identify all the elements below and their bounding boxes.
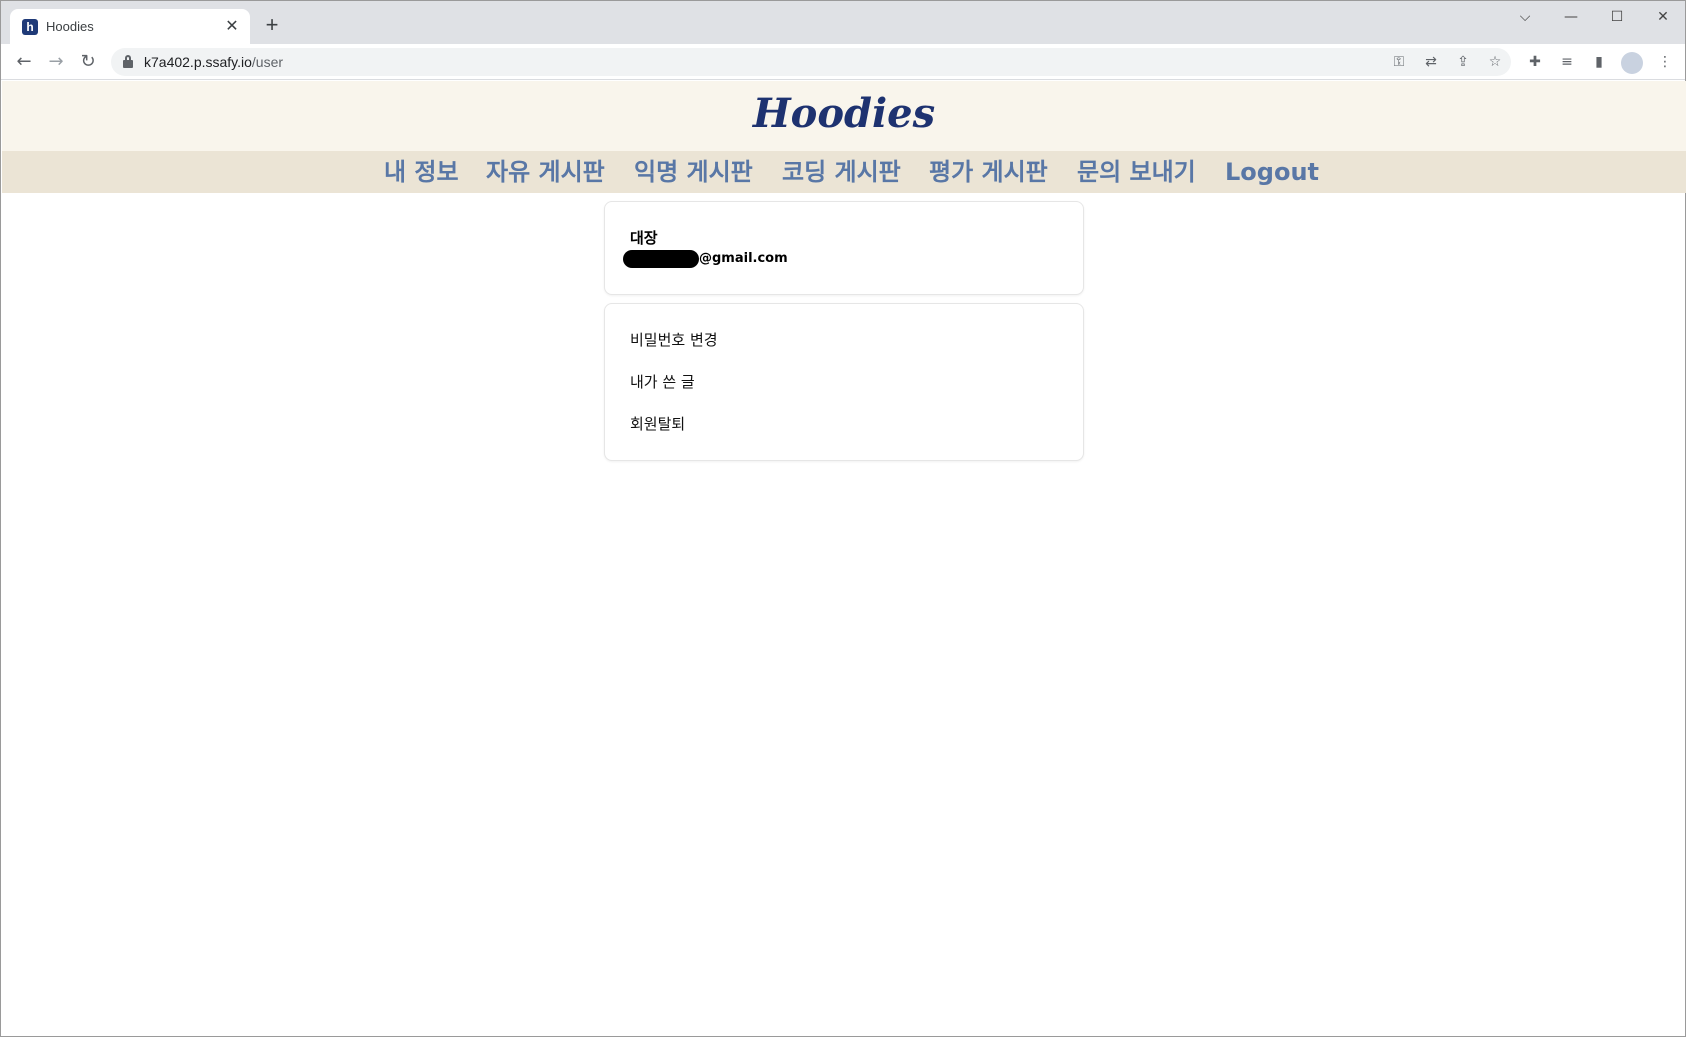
profile-card: 대장 @gmail.com	[604, 201, 1084, 295]
favicon-icon: h	[22, 19, 38, 35]
forward-arrow-icon[interactable]: →	[43, 49, 69, 75]
tab-hoodies[interactable]: h Hoodies ✕	[10, 9, 250, 44]
url-text: k7a402.p.ssafy.io/user	[144, 53, 283, 71]
my-posts-link[interactable]: 내가 쓴 글	[630, 372, 695, 392]
translate-icon[interactable]: ⇄	[1421, 52, 1441, 72]
back-arrow-icon[interactable]: ←	[11, 49, 37, 75]
extensions-puzzle-icon[interactable]: ✚	[1525, 52, 1545, 72]
tab-title: Hoodies	[46, 19, 94, 34]
nav-contact[interactable]: 문의 보내기	[1077, 156, 1196, 188]
account-menu-card: 비밀번호 변경 내가 쓴 글 회원탈퇴	[604, 303, 1084, 461]
close-window-button[interactable]: ✕	[1641, 5, 1685, 29]
nav-coding-board[interactable]: 코딩 게시판	[782, 156, 901, 188]
url-host: k7a402.p.ssafy.io	[144, 54, 252, 70]
browser-window: h Hoodies ✕ + ⌵ — ☐ ✕ ← → ↻ k7a402.p.ssa…	[0, 0, 1686, 1037]
profile-avatar[interactable]	[1621, 52, 1643, 74]
share-icon[interactable]: ⇪	[1453, 52, 1473, 72]
browser-toolbar: ← → ↻ k7a402.p.ssafy.io/user ⚿ ⇄ ⇪ ☆ ✚ ≡…	[1, 44, 1685, 80]
site-logo[interactable]: Hoodies	[2, 87, 1686, 141]
close-tab-icon[interactable]: ✕	[222, 17, 242, 37]
maximize-button[interactable]: ☐	[1595, 5, 1639, 29]
nav-free-board[interactable]: 자유 게시판	[486, 156, 605, 188]
site-header: Hoodies	[2, 81, 1686, 151]
user-nickname: 대장	[630, 229, 658, 247]
email-redaction	[623, 249, 699, 268]
user-email: @gmail.com	[623, 249, 788, 269]
lock-icon	[123, 55, 133, 68]
nav-my-info[interactable]: 내 정보	[384, 156, 459, 188]
email-domain: @gmail.com	[699, 251, 788, 266]
reload-icon[interactable]: ↻	[75, 49, 101, 75]
media-queue-icon[interactable]: ≡	[1557, 52, 1577, 72]
tab-search-icon[interactable]: ⌵	[1503, 5, 1547, 29]
withdraw-link[interactable]: 회원탈퇴	[630, 414, 685, 434]
nav-logout[interactable]: Logout	[1225, 156, 1319, 188]
url-path: /user	[251, 54, 284, 70]
change-password-link[interactable]: 비밀번호 변경	[630, 330, 718, 350]
address-bar[interactable]: k7a402.p.ssafy.io/user ⚿ ⇄ ⇪ ☆	[111, 48, 1511, 76]
more-menu-icon[interactable]: ⋮	[1655, 52, 1675, 72]
side-panel-icon[interactable]: ▮	[1589, 52, 1609, 72]
tab-strip: h Hoodies ✕ + ⌵ — ☐ ✕	[1, 1, 1685, 44]
main-nav: 내 정보 자유 게시판 익명 게시판 코딩 게시판 평가 게시판 문의 보내기 …	[2, 151, 1686, 193]
nav-anonymous-board[interactable]: 익명 게시판	[634, 156, 753, 188]
minimize-button[interactable]: —	[1549, 5, 1593, 29]
bookmark-star-icon[interactable]: ☆	[1485, 52, 1505, 72]
nav-review-board[interactable]: 평가 게시판	[929, 156, 1048, 188]
key-icon[interactable]: ⚿	[1389, 52, 1409, 72]
new-tab-button[interactable]: +	[260, 13, 284, 37]
